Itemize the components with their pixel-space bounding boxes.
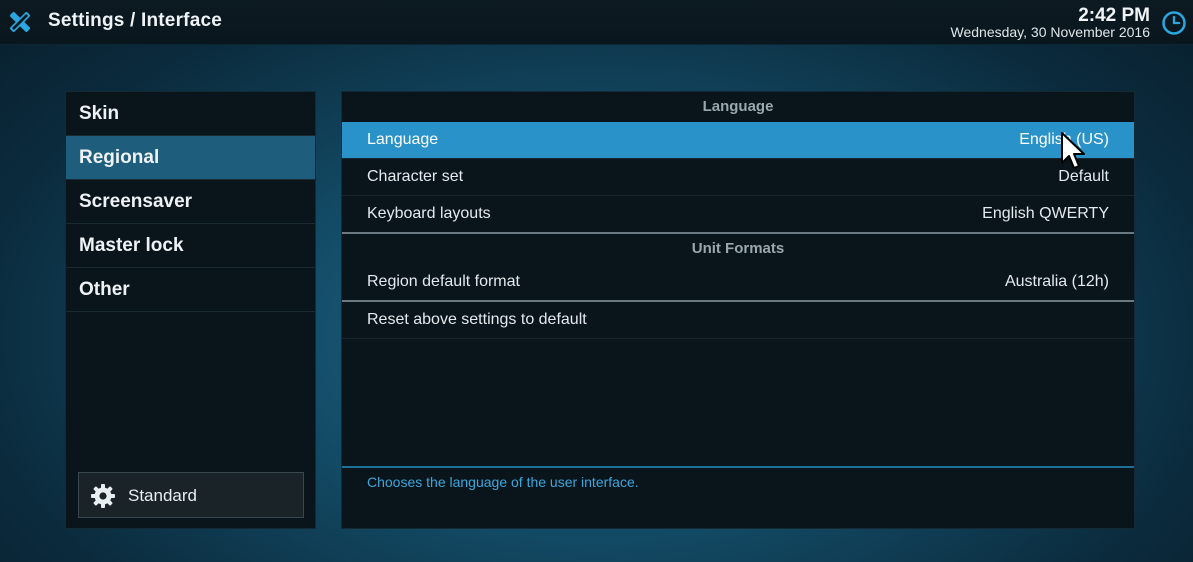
setting-region-default-format[interactable]: Region default format Australia (12h) [342,264,1134,300]
setting-label: Language [367,131,439,148]
setting-value: English QWERTY [982,205,1109,222]
setting-value: Australia (12h) [1004,273,1109,290]
page-title: Settings / Interface [48,10,222,31]
category-other[interactable]: Other [66,268,315,312]
settings-level-label: Standard [128,486,197,505]
setting-label: Keyboard layouts [367,205,491,222]
category-panel: Skin Regional Screensaver Master lock Ot… [65,91,316,529]
setting-label: Reset above settings to default [367,311,587,328]
category-skin[interactable]: Skin [66,92,315,136]
clock-date: Wednesday, 30 November 2016 [950,24,1151,40]
category-regional[interactable]: Regional [66,136,315,180]
gear-icon [91,484,115,508]
help-text: Chooses the language of the user interfa… [367,474,639,490]
setting-keyboard-layouts[interactable]: Keyboard layouts English QWERTY [342,196,1134,232]
settings-level-button[interactable]: Standard [78,472,304,518]
group-header-unit-formats: Unit Formats [691,240,785,257]
setting-character-set[interactable]: Character set Default [342,159,1134,196]
kodi-logo-icon[interactable] [6,8,34,36]
category-screensaver[interactable]: Screensaver [66,180,315,224]
setting-language[interactable]: Language English (US) [342,122,1134,159]
group-header-language: Language [702,98,774,115]
help-divider [342,466,1134,468]
setting-label: Region default format [367,273,520,290]
setting-label: Character set [367,168,464,185]
mouse-pointer-icon [1061,132,1085,169]
clock-icon [1162,11,1186,35]
settings-panel: Language Language English (US) Character… [341,91,1135,529]
top-bar: Settings / Interface 2:42 PM Wednesday, … [0,0,1193,45]
reset-settings-button[interactable]: Reset above settings to default [342,302,1134,339]
category-master-lock[interactable]: Master lock [66,224,315,268]
